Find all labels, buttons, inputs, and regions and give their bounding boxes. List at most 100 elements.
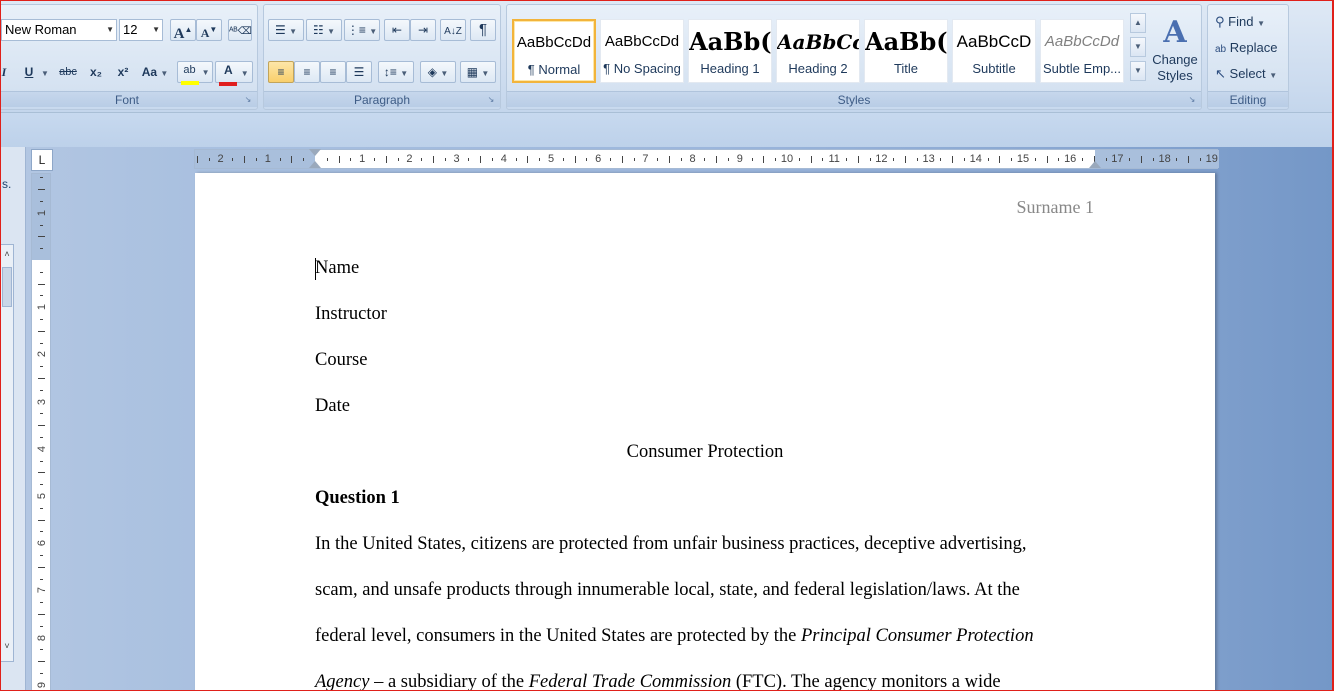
highlight-button[interactable]: ab ▼ [177, 61, 213, 85]
style-normal[interactable]: AaBbCcDd ¶ Normal [512, 19, 596, 83]
grow-font-button[interactable]: A▲ [170, 19, 196, 42]
question-heading[interactable]: Question 1 [315, 487, 400, 509]
borders-button[interactable]: ▦ ▼ [460, 61, 496, 83]
ruler-tick [433, 156, 434, 163]
numbering-button[interactable]: ☷ ▼ [306, 19, 342, 41]
paragraph-line[interactable]: Agency – a subsidiary of the Federal Tra… [315, 671, 1001, 691]
instructor-line[interactable]: Instructor [315, 303, 387, 325]
style-title[interactable]: AaBb( Title [864, 19, 948, 83]
shrink-font-button[interactable]: A▼ [196, 19, 222, 41]
italic-button[interactable]: I [0, 61, 11, 83]
page-header[interactable]: Surname 1 [1017, 197, 1094, 218]
bullets-button[interactable]: ☰ ▼ [268, 19, 304, 41]
horizontal-ruler[interactable]: 2 1 1 2 3 4 5 6 7 8 9 10 11 12 13 14 15 16 17 18 19 [194, 149, 1219, 169]
style-heading-2[interactable]: AaBbCc Heading 2 [776, 19, 860, 83]
font-name-value: New Roman [5, 22, 77, 37]
decrease-indent-button[interactable]: ⇤ [384, 19, 410, 41]
ruler-tick [1058, 158, 1060, 161]
font-dialog-launcher[interactable]: ↘ [243, 95, 253, 105]
ruler-tick [40, 366, 43, 368]
ruler-tick [1200, 158, 1201, 161]
vertical-ruler[interactable]: 1 1 2 3 4 5 6 7 8 9 [31, 173, 51, 691]
show-formatting-button[interactable]: ¶ [470, 19, 496, 41]
gallery-scroll-up[interactable]: ▲ [1130, 13, 1146, 33]
align-left-button[interactable]: ≡ [268, 61, 294, 83]
paragraph-line[interactable]: In the United States, citizens are prote… [315, 533, 1026, 555]
style-subtitle[interactable]: AaBbCcD Subtitle [952, 19, 1036, 83]
change-styles-button[interactable]: A Change Styles ▼ [1151, 13, 1199, 98]
ruler-tick [208, 158, 210, 161]
styles-dialog-launcher[interactable]: ↘ [1187, 95, 1197, 105]
justify-button[interactable]: ☰ [346, 61, 372, 83]
ruler-tick [38, 472, 45, 474]
ruler-tick [1141, 156, 1142, 163]
date-line[interactable]: Date [315, 395, 350, 417]
sort-button[interactable]: A↓Z [440, 19, 466, 41]
highlight-label: ab [183, 64, 196, 76]
ruler-tick [716, 156, 718, 163]
right-indent-marker[interactable] [1089, 161, 1101, 168]
superscript-button[interactable]: x² [112, 61, 134, 83]
line-spacing-button[interactable]: ↕≡ ▼ [378, 61, 414, 83]
change-case-button[interactable]: Aa ▼ [139, 61, 171, 83]
clear-formatting-button[interactable]: ᴬᴮ⌫ [228, 19, 252, 41]
text-run: (FTC). The agency monitors a wide [731, 672, 1001, 691]
ruler-number: 2 [406, 153, 413, 165]
replace-button[interactable]: ab Replace [1214, 37, 1286, 59]
paragraph-dialog-launcher[interactable]: ↘ [486, 95, 496, 105]
find-button[interactable]: ⚲ Find ▼ [1214, 11, 1284, 33]
scrollbar-thumb[interactable] [2, 267, 12, 307]
ruler-tick [326, 158, 328, 161]
style-no-spacing[interactable]: AaBbCcDd ¶ No Spacing [600, 19, 684, 83]
hanging-indent-marker[interactable] [309, 161, 321, 168]
find-label: Find [1228, 14, 1254, 29]
ruler-number: 1 [36, 304, 48, 311]
gallery-more[interactable]: ▼ [1130, 61, 1146, 81]
strikethrough-button[interactable]: abc [55, 61, 81, 83]
select-button[interactable]: ↖ Select ▼ [1214, 63, 1286, 85]
chevron-up-icon[interactable]: ˄ [1, 249, 13, 259]
style-heading-1[interactable]: AaBb( Heading 1 [688, 19, 772, 83]
chevron-down-icon: ▼ [1134, 42, 1142, 51]
tab-stop-icon: L [38, 153, 46, 167]
ruler-number: 5 [36, 492, 48, 500]
ruler-number: 6 [595, 153, 602, 165]
tab-selector-button[interactable]: L [31, 149, 53, 171]
ruler-tick [385, 156, 387, 163]
ruler-tick [822, 158, 824, 161]
first-line-indent-marker[interactable] [309, 149, 321, 156]
document-page[interactable]: Surname 1 Name Instructor Course Date Co… [195, 173, 1215, 691]
strikethrough-icon: abc [59, 66, 77, 78]
ruler-tick [869, 158, 871, 161]
name-line[interactable]: Name [315, 257, 359, 279]
font-name-combo[interactable]: New Roman ▼ [1, 19, 117, 41]
chevron-down-icon: ▼ [106, 25, 114, 34]
style-subtle-emphasis[interactable]: AaBbCcDd Subtle Emp... [1040, 19, 1124, 83]
align-right-button[interactable]: ≡ [320, 61, 346, 83]
subscript-button[interactable]: x₂ [85, 61, 107, 83]
navigation-pane-scrollbar[interactable]: ˄ ˅ [0, 244, 14, 662]
increase-indent-button[interactable]: ⇥ [410, 19, 436, 41]
underline-dropdown[interactable]: ▼ [39, 61, 51, 83]
course-line[interactable]: Course [315, 349, 367, 371]
paragraph-line[interactable]: federal level, consumers in the United S… [315, 625, 1034, 647]
ruler-tick [40, 295, 43, 297]
underline-button[interactable]: U [19, 61, 39, 83]
style-sample: AaBb( [865, 27, 947, 56]
ruler-tick [1011, 158, 1013, 161]
chevron-down-icon[interactable]: ˅ [1, 641, 13, 651]
chevron-down-icon: ▼ [327, 27, 336, 36]
document-title[interactable]: Consumer Protection [195, 441, 1215, 463]
font-size-combo[interactable]: 12 ▼ [119, 19, 163, 41]
paragraph-line[interactable]: scam, and unsafe products through innume… [315, 579, 1020, 601]
ruler-tick [704, 158, 706, 161]
align-center-button[interactable]: ≡ [294, 61, 320, 83]
italic-icon: I [1, 65, 7, 79]
font-color-button[interactable]: A ▼ [215, 61, 253, 86]
shading-button[interactable]: ◈ ▼ [420, 61, 456, 83]
ruler-tick [40, 248, 43, 250]
gallery-scroll-down[interactable]: ▼ [1130, 37, 1146, 57]
ruler-tick [846, 158, 847, 161]
multilevel-list-button[interactable]: ⋮≡ ▼ [344, 19, 380, 41]
ruler-number: 1 [264, 153, 271, 165]
